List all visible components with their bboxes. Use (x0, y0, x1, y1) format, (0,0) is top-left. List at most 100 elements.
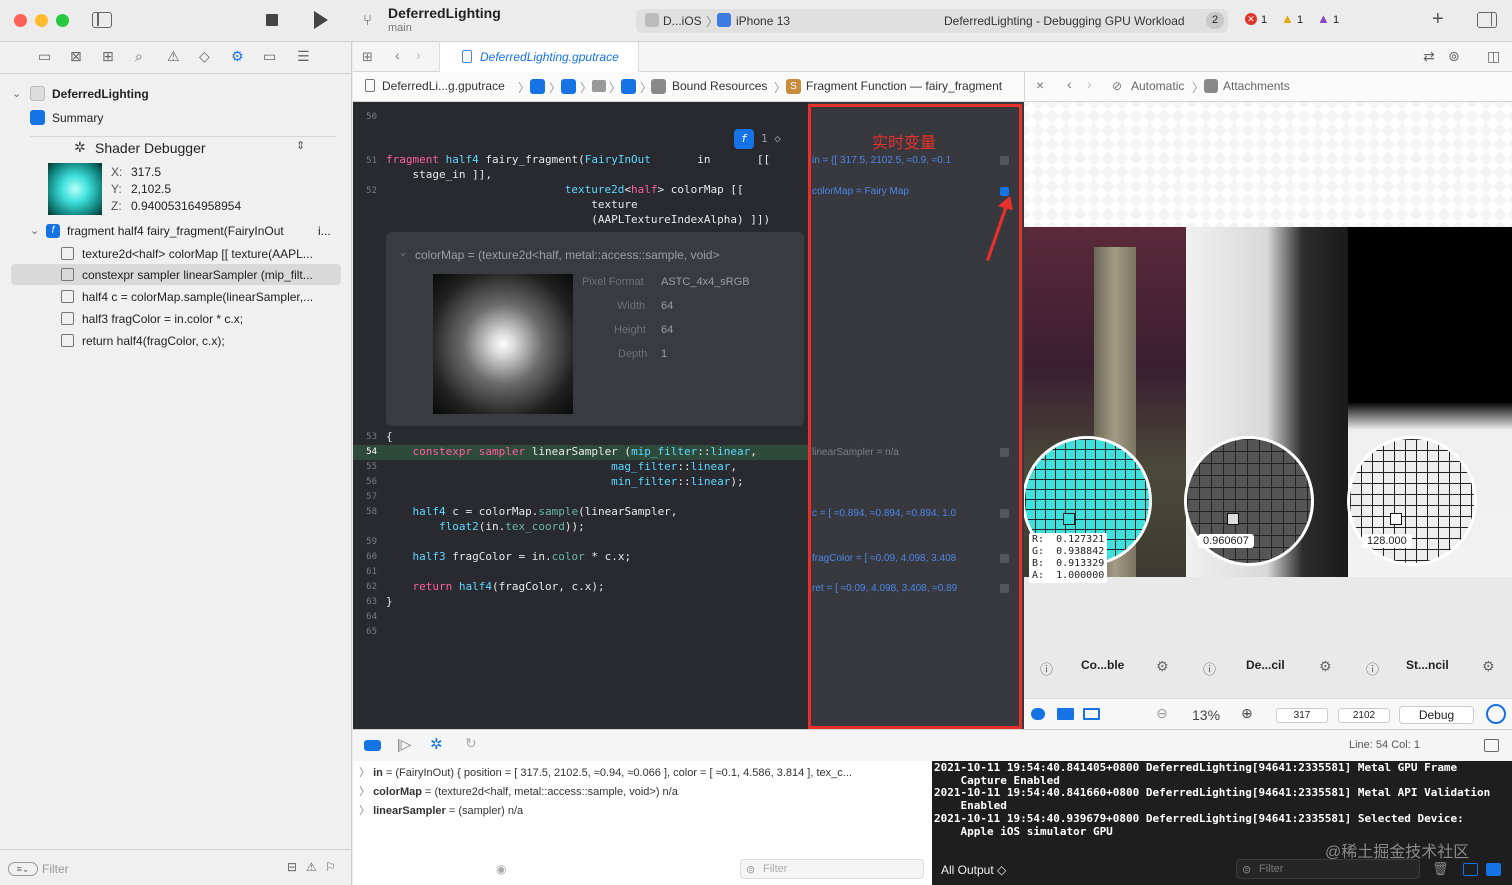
forward-icon[interactable]: › (416, 47, 421, 63)
variables-pane-icon[interactable] (1463, 863, 1478, 876)
variable-row[interactable]: 〉 linearSampler = (sampler) n/a (359, 802, 523, 818)
frame-icon[interactable] (1083, 708, 1100, 720)
variable-row[interactable]: 〉 colorMap = (texture2d<half, metal::acc… (359, 783, 678, 799)
console-filter-field[interactable]: ⊜ Filter (1236, 859, 1420, 879)
breadcrumb-bound-resources[interactable]: Bound Resources (672, 79, 767, 93)
split-console-icon[interactable] (1484, 739, 1499, 752)
variable-row[interactable]: 〉 in = (FairyInOut) { position = [ 317.5… (359, 764, 852, 780)
scheme-selector[interactable]: D...iOS (663, 14, 702, 28)
depth-attachment-title[interactable]: De...cil (1246, 658, 1285, 672)
breadcrumb-function[interactable]: Fragment Function — fairy_fragment (806, 79, 1002, 93)
split-editor-icon[interactable]: ◫ (1487, 48, 1500, 65)
pixel-x-field[interactable]: 317 (1276, 708, 1328, 723)
flag-icon[interactable]: ⚐ (325, 860, 336, 874)
target-icon[interactable] (1486, 704, 1506, 724)
step-row[interactable]: return half4(fragColor, c.x); (0, 330, 352, 351)
variables-filter-field[interactable]: ⊜ Filter (740, 859, 924, 879)
zoom-window-button[interactable] (56, 14, 69, 27)
breadcrumb-attachments[interactable]: Attachments (1223, 79, 1290, 93)
disclosure-closed-icon[interactable]: 〉 (359, 805, 373, 817)
search-icon[interactable]: ⌕ (135, 48, 143, 65)
zoom-out-icon[interactable]: ⊖ (1156, 705, 1168, 722)
step-row-selected[interactable]: constexpr sampler linearSampler (mip_fil… (0, 264, 352, 285)
folder-icon[interactable] (592, 80, 606, 92)
output-selector[interactable]: All Output ◇ (941, 863, 1006, 877)
disclosure-open-icon[interactable]: ⌄ (400, 247, 406, 258)
test-icon[interactable]: ◇ (199, 48, 210, 65)
hide-debug-area-icon[interactable] (364, 740, 381, 751)
function-badge-icon[interactable]: f (734, 129, 754, 149)
draw-call-icon[interactable] (621, 79, 636, 94)
command-buffer-icon[interactable] (530, 79, 545, 94)
info-icon[interactable]: ⓘ (1366, 659, 1379, 678)
back-icon[interactable]: ‹ (395, 47, 400, 63)
filter-options-icon[interactable]: ≡⌄ (8, 862, 38, 876)
minimize-window-button[interactable] (35, 14, 48, 27)
step-icon[interactable]: |▷ (397, 736, 411, 753)
color-picker-icon[interactable] (1031, 708, 1045, 720)
gear-icon[interactable]: ⚙ (1482, 658, 1495, 675)
gear-icon[interactable]: ⚙ (1319, 658, 1332, 675)
activity-count-badge[interactable]: 2 (1206, 12, 1224, 29)
gear-icon[interactable]: ⚙ (1156, 658, 1169, 675)
disclosure-open-icon[interactable]: ⌄ (30, 224, 39, 237)
sidebar-filter-input[interactable]: Filter (42, 862, 69, 876)
stop-icon[interactable] (266, 14, 278, 26)
step-row[interactable]: texture2d<half> colorMap [[ texture(AAPL… (0, 243, 352, 264)
reload-icon[interactable]: ↻ (465, 735, 477, 752)
step-row[interactable]: half3 fragColor = in.color * c.x; (0, 308, 352, 329)
issue-navigator-icon[interactable]: ⚠ (167, 48, 180, 65)
report-icon[interactable]: ☰ (297, 48, 310, 65)
eye-icon[interactable]: ◉ (496, 862, 506, 876)
step-count-badge[interactable]: 1 ◇ (761, 132, 781, 145)
swap-icon[interactable]: ⇄ (1423, 48, 1435, 65)
disclosure-closed-icon[interactable]: 〉 (359, 767, 373, 779)
related-icon[interactable]: ⊚ (1448, 48, 1460, 65)
device-selector[interactable]: iPhone 13 (736, 14, 790, 28)
summary-item[interactable]: Summary (52, 111, 103, 125)
encoder-icon[interactable] (561, 79, 576, 94)
warning-icon[interactable]: ▲ (1281, 11, 1294, 26)
breadcrumb-file[interactable]: DeferredLi...g.gputrace (382, 79, 505, 93)
tree-root[interactable]: DeferredLighting (52, 87, 149, 101)
warning-filter-icon[interactable]: ⚠ (306, 860, 317, 874)
grid-icon[interactable]: ⊞ (362, 49, 373, 65)
inspector-toggle-icon[interactable] (1477, 12, 1497, 28)
debug-navigator-icon[interactable]: ⚙ (231, 48, 244, 65)
disclosure-open-icon[interactable]: ⌄ (12, 87, 21, 100)
texture-thumbnail[interactable] (433, 274, 573, 414)
breakpoint-icon[interactable]: ▭ (263, 48, 276, 65)
tab-gputrace[interactable]: DeferredLighting.gputrace (439, 42, 639, 72)
pixel-y-field[interactable]: 2102 (1338, 708, 1390, 723)
histogram-icon[interactable] (1057, 708, 1074, 720)
sidebar-toggle-icon[interactable] (92, 12, 112, 28)
debug-button[interactable]: Debug (1399, 706, 1474, 724)
color-attachment-title[interactable]: Co...ble (1081, 658, 1124, 672)
symbol-icon[interactable]: ⊞ (102, 48, 114, 65)
stepper-icon[interactable]: ⇕ (296, 139, 305, 152)
zoom-in-icon[interactable]: ⊕ (1241, 705, 1253, 722)
close-window-button[interactable] (14, 14, 27, 27)
source-editor[interactable]: 50 f 1 ◇ 51 fragment half4 fairy_fragmen… (353, 102, 808, 729)
source-control-icon[interactable]: ⊠ (70, 48, 82, 65)
hierarchy-icon[interactable]: ⊟ (287, 860, 297, 874)
error-icon[interactable]: ✕ (1245, 13, 1257, 25)
function-item[interactable]: fragment half4 fairy_fragment(FairyInOut (67, 224, 284, 238)
stencil-attachment-title[interactable]: St...ncil (1406, 658, 1449, 672)
close-icon[interactable]: × (1036, 77, 1044, 93)
trash-icon[interactable]: 🗑 (1432, 861, 1449, 877)
folder-icon[interactable]: ▭ (38, 48, 51, 65)
shader-debugger-title[interactable]: Shader Debugger (95, 140, 206, 156)
console-pane-icon[interactable] (1486, 863, 1501, 876)
breadcrumb-automatic[interactable]: Automatic (1131, 79, 1184, 93)
back-icon[interactable]: ‹ (1067, 76, 1072, 92)
info-icon[interactable]: ⓘ (1203, 659, 1216, 678)
add-icon[interactable]: + (1432, 8, 1444, 31)
issue-icon[interactable]: ▲ (1317, 11, 1330, 26)
bug-icon[interactable]: ✲ (430, 735, 443, 753)
info-icon[interactable]: ⓘ (1040, 659, 1053, 678)
forward-icon[interactable]: › (1087, 76, 1092, 92)
step-row[interactable]: half4 c = colorMap.sample(linearSampler,… (0, 286, 352, 307)
disclosure-closed-icon[interactable]: 〉 (359, 786, 373, 798)
run-icon[interactable] (314, 11, 328, 29)
